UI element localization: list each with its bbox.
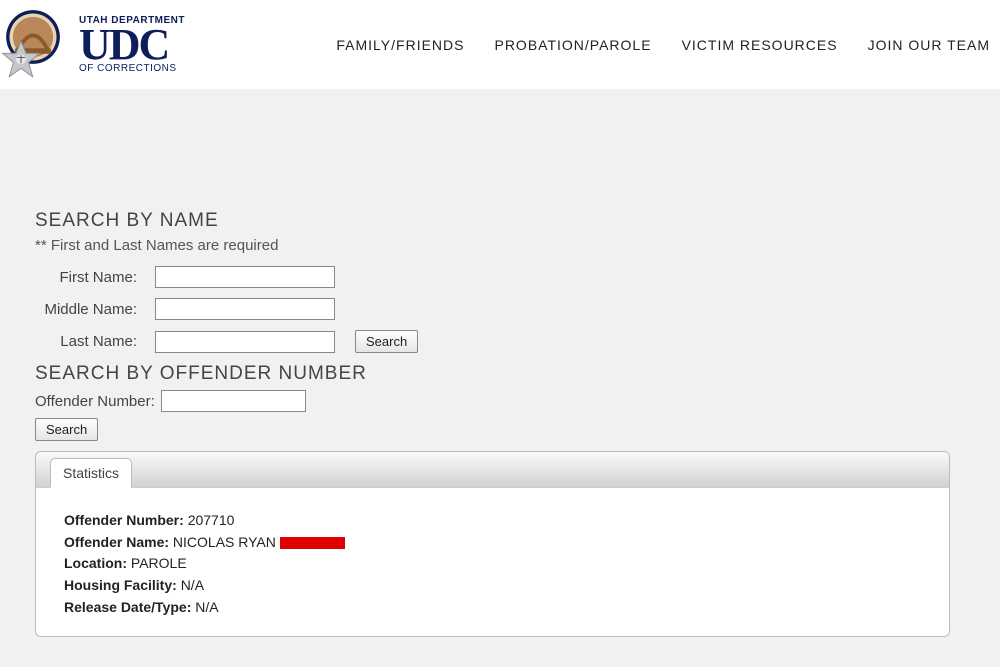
middle-name-label: Middle Name: — [35, 301, 155, 318]
result-offender-name-row: Offender Name: NICOLAS RYAN — [64, 532, 921, 554]
result-offender-name-value: NICOLAS RYAN — [173, 534, 276, 550]
offender-number-row: Offender Number: — [35, 390, 1000, 412]
nav-join-our-team[interactable]: JOIN OUR TEAM — [868, 37, 990, 53]
logo-seal — [5, 9, 77, 81]
result-housing-label: Housing Facility: — [64, 577, 177, 593]
results-panel: Statistics Offender Number: 207710 Offen… — [35, 451, 950, 637]
result-offender-number-value: 207710 — [188, 512, 235, 528]
last-name-input[interactable] — [155, 331, 335, 353]
search-by-name-hint: ** First and Last Names are required — [35, 237, 1000, 254]
main-nav: FAMILY/FRIENDS PROBATION/PAROLE VICTIM R… — [336, 37, 1000, 53]
nav-probation-parole[interactable]: PROBATION/PAROLE — [494, 37, 651, 53]
logo-bottom-text: OF CORRECTIONS — [79, 63, 185, 74]
first-name-input[interactable] — [155, 266, 335, 288]
tab-statistics[interactable]: Statistics — [50, 458, 132, 488]
result-housing-row: Housing Facility: N/A — [64, 575, 921, 597]
search-number-button-wrap: Search — [35, 418, 1000, 441]
result-location-label: Location: — [64, 555, 127, 571]
result-release-value: N/A — [195, 599, 218, 615]
search-by-number-title: SEARCH BY OFFENDER NUMBER — [35, 363, 1000, 385]
first-name-row: First Name: — [35, 266, 1000, 288]
star-badge-icon — [0, 39, 42, 81]
results-tabs-bar: Statistics — [36, 452, 949, 488]
last-name-label: Last Name: — [35, 333, 155, 350]
nav-family-friends[interactable]: FAMILY/FRIENDS — [336, 37, 464, 53]
middle-name-input[interactable] — [155, 298, 335, 320]
search-number-button[interactable]: Search — [35, 418, 98, 441]
content-area: SEARCH BY NAME ** First and Last Names a… — [0, 90, 1000, 667]
search-name-button[interactable]: Search — [355, 330, 418, 353]
site-header: UTAH DEPARTMENT UDC OF CORRECTIONS FAMIL… — [0, 0, 1000, 90]
result-offender-name-label: Offender Name: — [64, 534, 169, 550]
last-name-row: Last Name: Search — [35, 330, 1000, 353]
offender-number-input[interactable] — [161, 390, 306, 412]
nav-victim-resources[interactable]: VICTIM RESOURCES — [682, 37, 838, 53]
redaction-bar — [280, 537, 345, 549]
logo-main-text: UDC — [79, 26, 185, 63]
logo-group: UTAH DEPARTMENT UDC OF CORRECTIONS — [5, 9, 185, 81]
result-offender-number-label: Offender Number: — [64, 512, 184, 528]
result-release-label: Release Date/Type: — [64, 599, 191, 615]
result-location-row: Location: PAROLE — [64, 553, 921, 575]
result-release-row: Release Date/Type: N/A — [64, 597, 921, 619]
result-offender-number-row: Offender Number: 207710 — [64, 510, 921, 532]
offender-number-label: Offender Number: — [35, 393, 155, 410]
logo-text: UTAH DEPARTMENT UDC OF CORRECTIONS — [79, 15, 185, 74]
results-body: Offender Number: 207710 Offender Name: N… — [36, 488, 949, 636]
result-housing-value: N/A — [181, 577, 204, 593]
first-name-label: First Name: — [35, 269, 155, 286]
middle-name-row: Middle Name: — [35, 298, 1000, 320]
search-by-name-title: SEARCH BY NAME — [35, 210, 1000, 232]
result-location-value: PAROLE — [131, 555, 187, 571]
